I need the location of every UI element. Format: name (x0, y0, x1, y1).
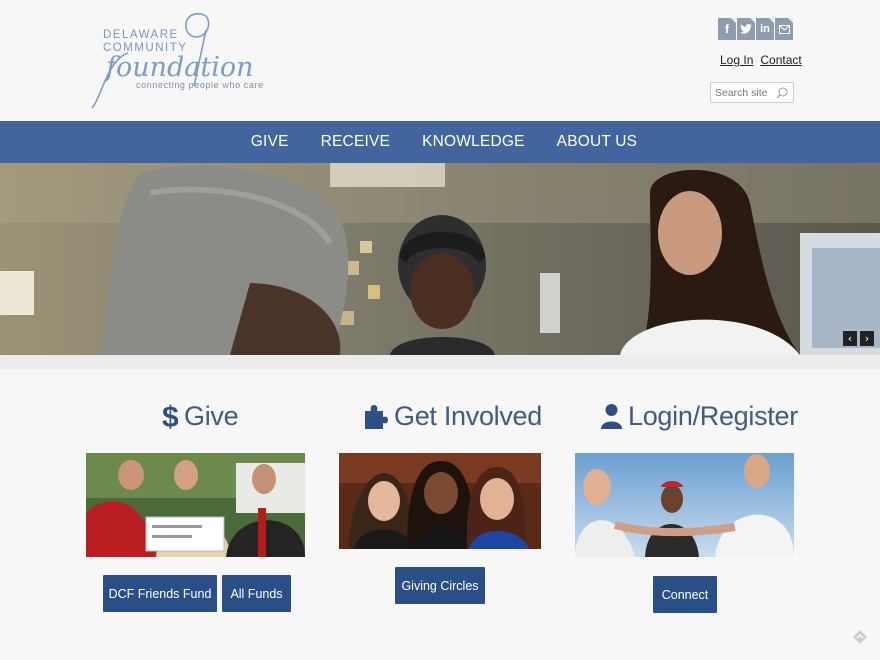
get-involved-photo[interactable] (339, 453, 541, 549)
slideshow-next-button[interactable]: › (860, 331, 874, 346)
login-register-title: Login/Register (628, 400, 798, 431)
scroll-up-icon[interactable] (852, 629, 868, 645)
connect-button[interactable]: Connect (653, 576, 717, 613)
give-title: Give (184, 400, 239, 431)
email-icon[interactable] (775, 18, 793, 40)
nav-item-receive[interactable]: RECEIVE (305, 133, 406, 151)
get-involved-heading[interactable]: Get Involved (363, 395, 542, 437)
nav-item-knowledge[interactable]: KNOWLEDGE (406, 133, 541, 151)
user-icon (601, 403, 622, 429)
login-register-heading[interactable]: Login/Register (601, 395, 798, 437)
nav-item-about-us[interactable]: ABOUT US (541, 133, 654, 151)
get-involved-title: Get Involved (394, 400, 542, 431)
slideshow-prev-button[interactable]: ‹ (843, 331, 857, 346)
twitter-icon[interactable] (737, 18, 755, 40)
divider-band (0, 355, 880, 369)
search-icon[interactable] (775, 86, 789, 100)
hero-slideshow-image (0, 163, 880, 355)
search-box (710, 82, 794, 103)
all-funds-button[interactable]: All Funds (222, 575, 291, 612)
dcf-friends-fund-button[interactable]: DCF Friends Fund (103, 575, 217, 612)
giving-circles-button[interactable]: Giving Circles (395, 567, 485, 604)
logo-script-mark: foundation (91, 12, 254, 109)
site-header: DELAWARE COMMUNITY foundation connecting… (0, 0, 880, 121)
svg-text:$: $ (162, 401, 178, 432)
social-links: f in (718, 18, 793, 40)
dollar-icon: $ (162, 400, 178, 432)
give-heading[interactable]: $ Give (162, 395, 239, 437)
site-logo[interactable]: DELAWARE COMMUNITY foundation connecting… (88, 8, 278, 112)
utility-links: Log In Contact (720, 53, 802, 67)
search-input[interactable] (711, 86, 775, 99)
facebook-icon[interactable]: f (718, 18, 736, 40)
logo-tagline: connecting people who care (136, 80, 264, 90)
give-photo[interactable] (86, 453, 305, 557)
contact-link[interactable]: Contact (760, 53, 801, 67)
login-register-photo[interactable] (575, 453, 794, 557)
nav-item-give[interactable]: GIVE (235, 133, 305, 151)
login-link[interactable]: Log In (720, 53, 753, 67)
puzzle-piece-icon (363, 403, 388, 429)
main-nav: GIVE RECEIVE KNOWLEDGE ABOUT US (0, 121, 880, 163)
linkedin-icon[interactable]: in (756, 18, 774, 40)
logo-script-text: foundation (104, 52, 254, 83)
